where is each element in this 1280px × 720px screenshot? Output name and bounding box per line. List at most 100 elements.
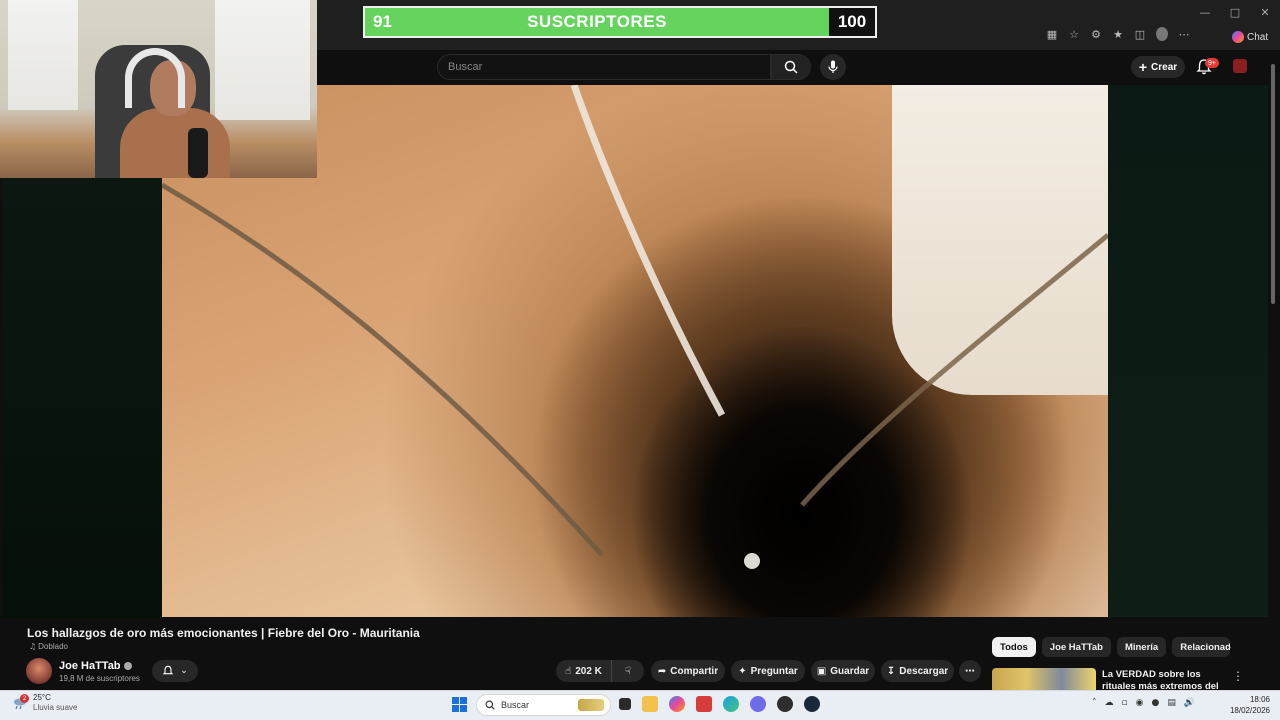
video-ambient-left xyxy=(2,178,162,618)
wps-office-icon[interactable] xyxy=(696,696,712,712)
volume-icon[interactable]: 🔊 xyxy=(1184,698,1195,708)
search-icon xyxy=(784,60,798,74)
profile-icon[interactable] xyxy=(1156,27,1168,41)
clock-time: 18:06 xyxy=(1249,695,1270,704)
more-horizontal-icon: ⋯ xyxy=(965,665,975,677)
recommendation-filter-chips: Todos Joe HaTTab Minería Relacionado xyxy=(992,637,1231,657)
download-label: Descargar xyxy=(899,665,949,677)
system-tray: ˄ ☁ ▫ ◉ ● ▤ 🔊 xyxy=(1092,698,1195,708)
minimize-icon[interactable]: — xyxy=(1190,0,1220,24)
verified-icon xyxy=(123,662,132,670)
file-explorer-icon[interactable] xyxy=(642,696,658,712)
sparkle-icon: ✦ xyxy=(738,665,747,677)
save-label: Guardar xyxy=(830,665,870,677)
notifications-badge: 9+ xyxy=(1205,58,1219,68)
plus-icon: + xyxy=(1138,59,1148,75)
scrollbar-thumb[interactable] xyxy=(1271,64,1275,304)
search-button[interactable] xyxy=(771,54,811,80)
channel-subscriber-count: 19,8 M de suscriptores xyxy=(59,674,140,683)
ask-button[interactable]: ✦ Preguntar xyxy=(731,660,805,682)
star-bookmark-icon[interactable]: ☆ xyxy=(1068,28,1080,41)
display-icon[interactable]: ▤ xyxy=(1167,698,1176,708)
dubbed-badge: ♫ Doblado xyxy=(29,642,68,651)
weather-description: Lluvia suave xyxy=(33,703,78,712)
create-button[interactable]: + Crear xyxy=(1131,56,1185,78)
chip-channel[interactable]: Joe HaTTab xyxy=(1041,637,1111,657)
channel-name[interactable]: Joe HaTTab xyxy=(59,660,132,672)
maximize-icon[interactable]: □ xyxy=(1220,0,1250,24)
chevron-down-icon: ⌄ xyxy=(180,666,188,676)
discord-icon[interactable] xyxy=(750,696,766,712)
like-count: 202 K xyxy=(575,665,602,677)
channel-avatar[interactable] xyxy=(26,658,52,684)
task-view-icon[interactable] xyxy=(619,698,631,710)
copilot-chat-button[interactable]: Chat xyxy=(1232,28,1270,46)
video-title: Los hallazgos de oro más emocionantes | … xyxy=(27,626,420,640)
search-highlight-icon xyxy=(578,699,604,711)
taskbar-search-label: Buscar xyxy=(501,700,530,710)
voice-search-button[interactable] xyxy=(820,54,846,80)
subscriber-goal-label: SUSCRIPTORES xyxy=(527,12,667,31)
chat-label: Chat xyxy=(1247,31,1269,43)
tray-app-icon[interactable]: ▫ xyxy=(1122,698,1128,708)
chips-next-chevron-icon[interactable]: › xyxy=(1222,640,1236,654)
page-scrollbar[interactable] xyxy=(1268,50,1278,610)
edge-browser-icon[interactable] xyxy=(723,696,739,712)
create-label: Crear xyxy=(1151,61,1178,73)
browser-extension-icons: ▦ ☆ ⚙ ★ ◫ ⋯ xyxy=(1046,27,1190,41)
collections-icon[interactable]: ◫ xyxy=(1134,28,1146,41)
favorites-icon[interactable]: ★ xyxy=(1112,28,1124,41)
video-ambient-right xyxy=(1108,85,1268,617)
chip-mineria[interactable]: Minería xyxy=(1116,637,1167,657)
taskbar-clock[interactable]: 18:06 18/02/2026 xyxy=(1226,694,1270,716)
window-controls: — □ ✕ xyxy=(1190,0,1280,24)
taskbar-apps xyxy=(619,696,820,712)
more-menu-icon[interactable]: ⋯ xyxy=(1178,28,1190,41)
search-icon xyxy=(485,700,495,710)
thumbs-up-icon: ☝ xyxy=(565,665,572,677)
copilot-icon xyxy=(1232,31,1244,43)
share-button[interactable]: ➦ Compartir xyxy=(651,660,725,682)
close-icon[interactable]: ✕ xyxy=(1250,0,1280,24)
dislike-button[interactable]: ☟ xyxy=(612,660,644,682)
ask-label: Preguntar xyxy=(750,665,798,677)
more-actions-button[interactable]: ⋯ xyxy=(959,660,981,682)
weather-widget[interactable]: 2 25°C Lluvia suave xyxy=(12,693,77,713)
app-grid-icon[interactable]: ▦ xyxy=(1046,28,1058,41)
thumbs-down-icon: ☟ xyxy=(624,665,632,677)
like-button[interactable]: ☝ 202 K xyxy=(556,660,612,682)
search-placeholder: Buscar xyxy=(448,61,483,73)
weather-rain-icon: 2 xyxy=(12,694,29,710)
recommended-video-title[interactable]: La VERDAD sobre los rituales más extremo… xyxy=(1102,669,1222,690)
streamer-webcam xyxy=(0,0,317,178)
subscriber-progress-fill: 91 SUSCRIPTORES xyxy=(365,8,829,36)
subscriber-goal-target: 100 xyxy=(829,8,875,36)
microphone-icon xyxy=(828,60,838,73)
dubbed-icon: ♫ xyxy=(29,642,37,651)
account-avatar[interactable] xyxy=(1233,59,1247,73)
download-button[interactable]: ↧ Descargar xyxy=(881,660,954,682)
taskbar-search[interactable]: Buscar xyxy=(476,694,611,716)
recommended-video-thumbnail[interactable] xyxy=(992,668,1096,690)
share-label: Compartir xyxy=(670,665,719,677)
tray-expand-icon[interactable]: ˄ xyxy=(1092,698,1097,708)
clock-date: 18/02/2026 xyxy=(1229,706,1270,715)
download-icon: ↧ xyxy=(886,665,896,677)
onedrive-icon[interactable]: ☁ xyxy=(1105,698,1114,708)
tray-app-2-icon[interactable]: ◉ xyxy=(1136,698,1144,708)
chip-todos[interactable]: Todos xyxy=(992,637,1036,657)
channel-name-label: Joe HaTTab xyxy=(59,660,121,672)
obs-icon[interactable] xyxy=(777,696,793,712)
recommended-more-icon[interactable]: ⋮ xyxy=(1232,669,1244,683)
save-button[interactable]: ▣ Guardar xyxy=(811,660,875,682)
copilot-app-icon[interactable] xyxy=(669,696,685,712)
search-input[interactable]: Buscar xyxy=(437,54,771,80)
dubbed-label: Doblado xyxy=(38,642,68,651)
subscriber-goal-bar: 91 SUSCRIPTORES 100 xyxy=(363,6,877,38)
start-button[interactable] xyxy=(452,697,467,712)
extensions-icon[interactable]: ⚙ xyxy=(1090,28,1102,41)
tray-mic-icon[interactable]: ● xyxy=(1151,698,1159,708)
steam-icon[interactable] xyxy=(804,696,820,712)
subscription-bell-button[interactable]: ⌄ xyxy=(152,660,198,682)
bookmark-icon: ▣ xyxy=(816,665,827,677)
